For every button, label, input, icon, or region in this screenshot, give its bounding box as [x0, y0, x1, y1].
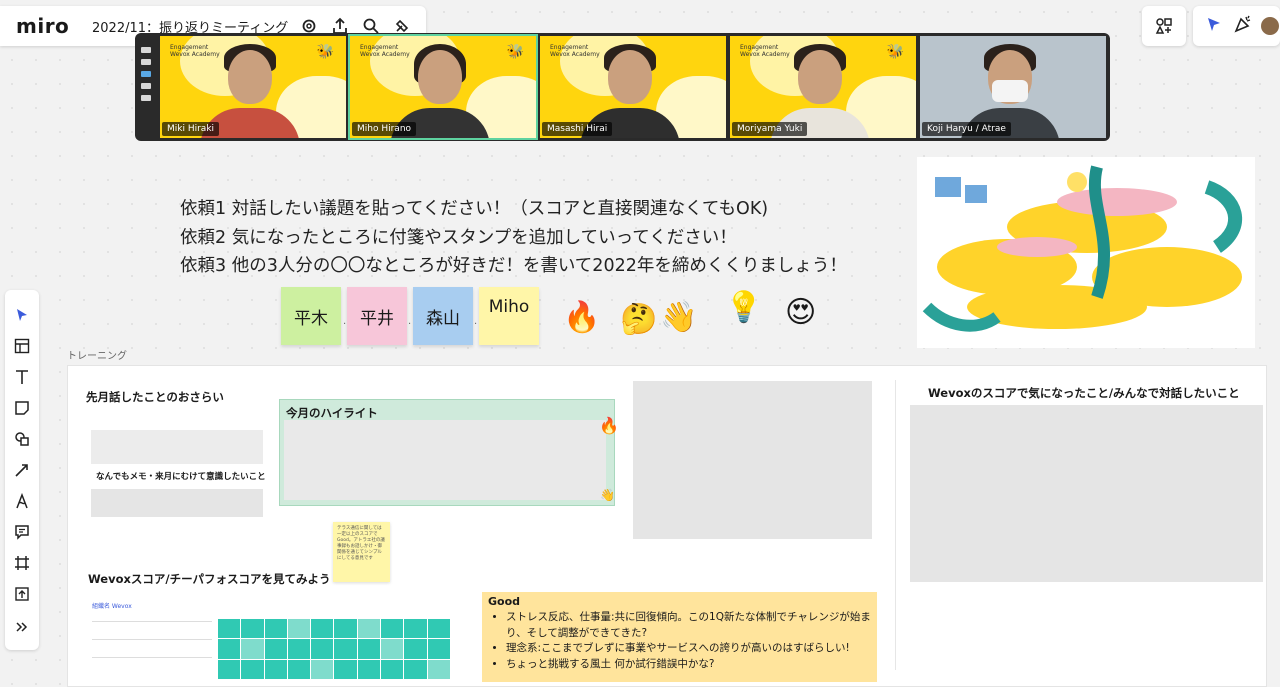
reactions-icon[interactable] [1205, 15, 1223, 37]
instruction-line: 依頼2 気になったところに付箋やスタンプを追加していってください！ [180, 227, 737, 248]
text-tool-icon[interactable] [5, 362, 39, 392]
participant-name: Masashi Hirai [542, 122, 613, 136]
pen-icon[interactable] [5, 486, 39, 516]
right-section-title: Wevoxのスコアで気になったこと/みんなで対話したいこと [928, 386, 1240, 400]
instruction-line: 依頼1 対話したい議題を貼ってください！（スコアと直接関連なくてもOK) [180, 199, 769, 219]
connector-arrow-icon[interactable] [5, 455, 39, 485]
bee-icon: 🐝 [316, 44, 334, 60]
comment-icon[interactable] [5, 517, 39, 547]
video-layout-controls[interactable] [139, 41, 155, 107]
score-table[interactable]: 組織名 Wevox [88, 597, 452, 679]
participant-tile[interactable]: Engagement Wevox Academy 🐝 Moriyama Yuki [730, 36, 916, 138]
fire-icon[interactable]: 🔥 [599, 416, 619, 435]
lightbulb-icon[interactable]: 💡 [725, 290, 762, 325]
recap-title: 先月話したことのおさらい [86, 390, 224, 404]
sticky-note-icon[interactable] [5, 393, 39, 423]
face-mask [992, 80, 1028, 102]
participant-tile[interactable]: Engagement Wevox Academy Masashi Hirai [540, 36, 726, 138]
highlight-content[interactable] [284, 420, 606, 500]
instruction-line: 依頼3 他の3人分の〇〇なところが好きだ！を書いて2022年を締めくくりましょう… [180, 256, 847, 276]
highlight-title: 今月のハイライト [286, 406, 378, 420]
good-title: Good [488, 595, 521, 608]
video-call-strip: Engagement Wevox Academy 🐝 Miki Hiraki En… [135, 33, 1110, 141]
divider [895, 380, 896, 670]
more-tools-icon[interactable] [5, 612, 39, 642]
frame-label[interactable]: トレーニング [67, 347, 127, 362]
instructions[interactable]: 依頼1 対話したい議題を貼ってください！（スコアと直接関連なくてもOK) 依頼2… [180, 195, 847, 281]
good-note[interactable]: Good ストレス反応、仕事量:共に回復傾向。この1Q新たな体制でチャレンジが始… [482, 592, 877, 682]
image-placeholder[interactable] [633, 381, 872, 539]
sticky-hiraki[interactable]: 平木 [281, 287, 341, 345]
heart-face-icon[interactable]: 😍 [785, 295, 816, 330]
fire-icon[interactable]: 🔥 [563, 300, 600, 335]
bee-icon: 🐝 [506, 44, 524, 60]
highlight-box[interactable]: 今月のハイライト [279, 399, 615, 506]
frame-tool-icon[interactable] [5, 548, 39, 578]
good-item: 理念系:ここまでブレずに事業やサービスへの誇りが高いのはすばらしい! [506, 641, 871, 657]
participant-tile[interactable]: Engagement Wevox Academy 🐝 Miki Hiraki [160, 36, 346, 138]
left-toolbar [5, 290, 39, 650]
bee-icon: 🐝 [886, 44, 904, 60]
sticky-moriyama[interactable]: 森山 [413, 287, 473, 345]
recap-note: なんでもメモ・来月にむけて意識したいこと [96, 472, 266, 482]
sticky-hirai[interactable]: 平井 [347, 287, 407, 345]
recap-note-area[interactable] [91, 489, 263, 517]
shapes-panel-button[interactable] [1142, 6, 1186, 46]
participant-name: Miho Hirano [352, 122, 417, 136]
wave-icon[interactable]: 👋 [600, 488, 615, 502]
participant-name: Koji Haryu / Atrae [922, 122, 1011, 136]
select-tool-icon[interactable] [5, 300, 39, 330]
participant-name: Miki Hiraki [162, 122, 220, 136]
score-heatmap [218, 619, 450, 679]
miro-logo[interactable]: miro [16, 14, 76, 38]
celebrate-icon[interactable] [1233, 14, 1253, 38]
avatar[interactable] [1261, 17, 1279, 35]
recap-stickies[interactable] [91, 430, 263, 464]
sticky-note[interactable]: テラス通信に関しては一定以上のスコアでGood。アトラエ社の議事録もお話しかけ・… [333, 522, 390, 582]
good-item: ストレス反応、仕事量:共に回復傾向。この1Q新たな体制でチャレンジが始まり、そし… [506, 610, 871, 641]
thinking-icon[interactable]: 🤔 [620, 302, 657, 337]
wave-icon[interactable]: 👋 [660, 300, 697, 335]
sticky-miho[interactable]: Miho [479, 287, 539, 345]
collab-tools [1193, 6, 1280, 46]
upload-icon[interactable] [5, 579, 39, 609]
wevox-title: Wevoxスコア/チーパフォスコアを見てみよう [88, 572, 331, 586]
community-illustration[interactable] [917, 157, 1255, 348]
dialogue-placeholder[interactable] [910, 405, 1263, 582]
participant-tile[interactable]: Koji Haryu / Atrae [920, 36, 1106, 138]
shapes-icon[interactable] [5, 424, 39, 454]
templates-icon[interactable] [5, 331, 39, 361]
participant-name: Moriyama Yuki [732, 122, 808, 136]
shapes-grid-icon [1155, 18, 1172, 34]
participant-tile-active[interactable]: Engagement Wevox Academy 🐝 Miho Hirano [348, 34, 538, 140]
